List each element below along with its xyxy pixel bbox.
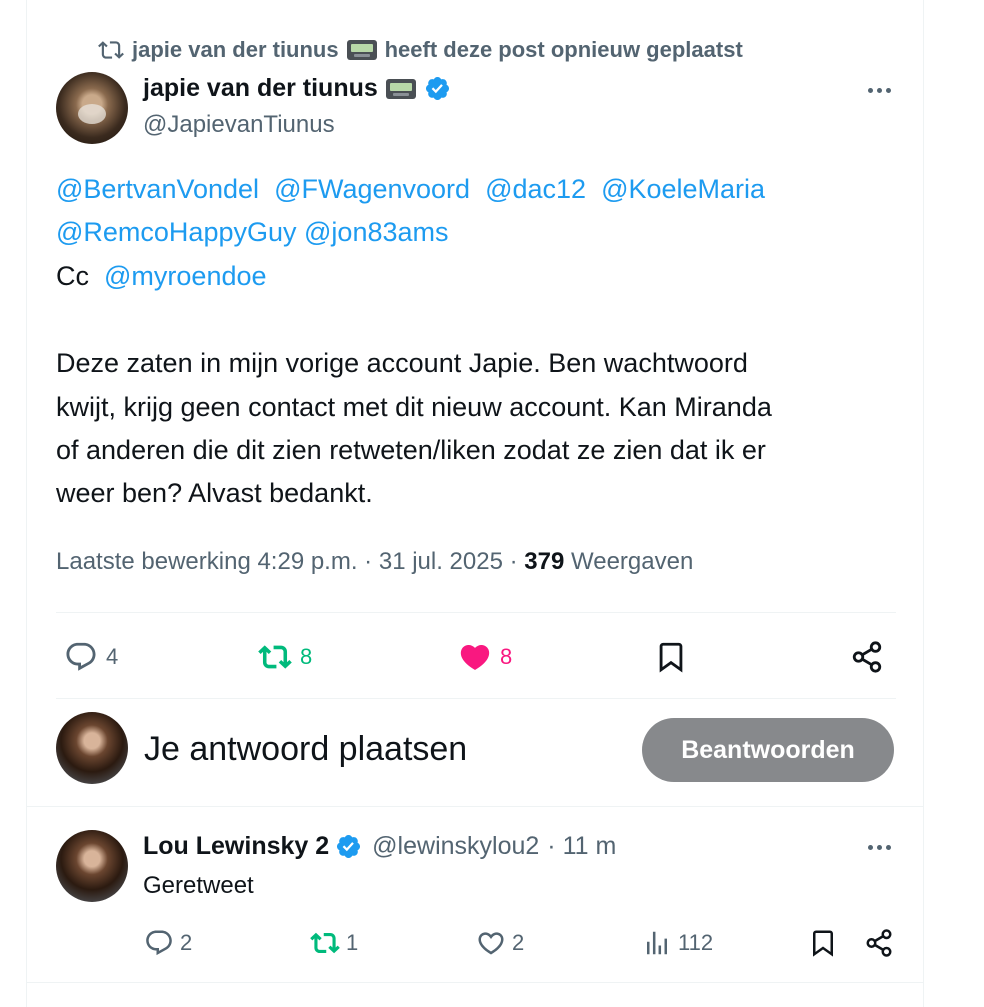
- repost-icon: [98, 41, 124, 59]
- views-icon: [647, 931, 667, 955]
- pager-emoji-icon: [346, 40, 377, 60]
- reply-views-action[interactable]: 112: [642, 928, 713, 958]
- reply-icon: [66, 642, 96, 671]
- divider: [26, 806, 924, 807]
- reply-bookmark-action[interactable]: [808, 928, 838, 958]
- reply-compose-input[interactable]: Je antwoord plaatsen: [144, 730, 467, 769]
- reply-count: 4: [106, 644, 119, 669]
- post-text-line: weer ben? Alvast bedankt.: [56, 478, 373, 508]
- author-handle[interactable]: @JapievanTiunus: [143, 111, 335, 139]
- mentions-line-2: @RemcoHappyGuy @jon83ams: [56, 210, 449, 254]
- verified-badge-icon: [425, 76, 449, 101]
- post-text-line: kwijt, krijg geen contact met dit nieuw …: [56, 392, 772, 422]
- mention-link[interactable]: @FWagenvoord: [274, 174, 470, 204]
- mention-link[interactable]: @RemcoHappyGuy: [56, 217, 297, 247]
- mention-link[interactable]: @KoeleMaria: [601, 174, 765, 204]
- pager-emoji-icon: [385, 78, 416, 99]
- repost-user[interactable]: japie van der tiunus: [132, 37, 339, 63]
- repost-suffix: heeft deze post opnieuw geplaatst: [384, 37, 743, 62]
- reply-count: 2: [180, 930, 193, 955]
- like-icon: [478, 932, 504, 955]
- repost-count: 1: [346, 930, 359, 955]
- reply-action[interactable]: 4: [64, 640, 118, 674]
- like-count: 2: [512, 930, 525, 955]
- bookmark-action[interactable]: [654, 640, 688, 674]
- mentions-line-1: @BertvanVondel @FWagenvoord @dac12 @Koel…: [56, 167, 765, 211]
- divider: [56, 698, 896, 699]
- reply-author-name[interactable]: Lou Lewinsky 2: [143, 832, 329, 861]
- repost-count: 8: [300, 644, 313, 669]
- share-icon: [852, 641, 882, 673]
- repost-icon: [310, 932, 340, 954]
- more-icon[interactable]: [863, 80, 895, 100]
- author-name-row[interactable]: japie van der tiunus: [143, 74, 451, 103]
- views-count: 112: [678, 930, 714, 955]
- divider: [56, 612, 896, 613]
- cc-label: Cc: [56, 261, 89, 291]
- reply-icon: [146, 930, 172, 956]
- repost-icon: [258, 645, 292, 669]
- author-name[interactable]: japie van der tiunus: [143, 74, 378, 103]
- reply-text: Geretweet: [143, 872, 254, 899]
- reply-author-handle[interactable]: @lewinskylou2: [372, 832, 539, 861]
- share-action[interactable]: [850, 640, 884, 674]
- mention-link[interactable]: @jon83ams: [304, 217, 448, 247]
- author-avatar[interactable]: [56, 72, 128, 144]
- post-text-line: of anderen die dit zien retweten/liken z…: [56, 435, 766, 465]
- cc-line: Cc @myroendoe: [56, 254, 267, 298]
- reply-author-avatar[interactable]: [56, 830, 128, 902]
- post-text-line: Deze zaten in mijn vorige account Japie.…: [56, 348, 748, 378]
- repost-action[interactable]: 8: [258, 640, 312, 674]
- like-count: 8: [500, 644, 513, 669]
- like-action[interactable]: 8: [458, 640, 512, 674]
- share-icon: [866, 929, 892, 957]
- reply-header: Lou Lewinsky 2 @lewinskylou2 · 11 m: [143, 832, 616, 861]
- reply-reply-action[interactable]: 2: [144, 928, 192, 958]
- mention-link[interactable]: @myroendoe: [104, 261, 267, 291]
- mention-link[interactable]: @BertvanVondel: [56, 174, 259, 204]
- reply-share-action[interactable]: [864, 928, 894, 958]
- reply-repost-action[interactable]: 1: [310, 928, 358, 958]
- bookmark-icon: [813, 930, 833, 957]
- views-label: Weergaven: [571, 548, 694, 575]
- verified-badge-icon: [337, 834, 361, 859]
- mention-link[interactable]: @dac12: [485, 174, 586, 204]
- divider: [26, 982, 924, 983]
- post-meta: Laatste bewerking 4:29 p.m. · 31 jul. 20…: [56, 548, 693, 576]
- repost-context[interactable]: japie van der tiunus heeft deze post opn…: [98, 36, 743, 64]
- reply-like-action[interactable]: 2: [476, 928, 524, 958]
- reply-time[interactable]: · 11 m: [547, 832, 616, 861]
- own-avatar[interactable]: [56, 712, 128, 784]
- like-icon: [460, 644, 490, 670]
- bookmark-icon: [659, 642, 683, 673]
- reply-submit-button[interactable]: Beantwoorden: [642, 718, 894, 782]
- edit-timestamp[interactable]: Laatste bewerking 4:29 p.m. · 31 jul. 20…: [56, 548, 524, 575]
- views-count: 379: [524, 548, 565, 575]
- more-icon[interactable]: [863, 837, 895, 857]
